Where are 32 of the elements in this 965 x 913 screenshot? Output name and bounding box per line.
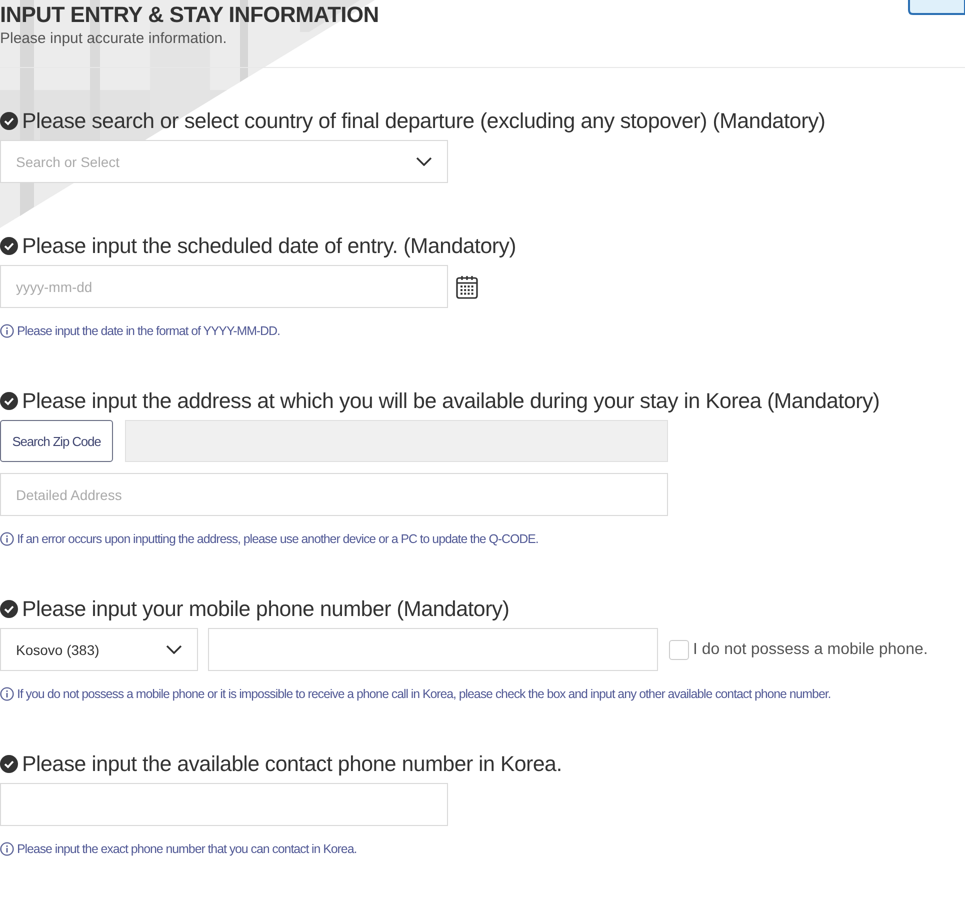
field-label: Please search or select country of final departure (excluding any stopover) (Mandatory) [22,108,826,135]
check-circle-icon [0,392,18,410]
check-circle-icon [0,237,18,255]
hint-text: If an error occurs upon inputting the address, please use another device or a PC to update the Q-CODE. [17,532,538,546]
field-label: Please input your mobile phone number (Mandatory) [22,596,510,623]
check-circle-icon [0,112,18,130]
field-label: Please input the available contact phone number in Korea. [22,751,562,778]
field-label: Please input the address at which you will be available during your stay in Korea (Mandatory) [22,388,880,415]
field-label: Please input the scheduled date of entry. (Mandatory) [22,233,516,260]
phone-number-field[interactable] [208,628,658,671]
info-icon [0,324,14,338]
check-circle-icon [0,755,18,773]
info-icon [0,842,14,856]
country-code-select[interactable]: Kosovo (383) [0,628,198,671]
detailed-address-field[interactable]: Detailed Address [0,473,668,516]
date-field[interactable]: yyyy-mm-dd [0,265,448,308]
checkbox-label: I do not possess a mobile phone. [693,640,928,658]
contact-phone-field[interactable] [0,783,448,826]
chevron-down-icon [166,645,182,654]
info-icon [0,687,14,701]
chevron-down-icon [416,157,432,166]
search-zip-code-button[interactable]: Search Zip Code [0,420,113,462]
page-subtitle: Please input accurate information. [0,29,228,49]
page-title: INPUT ENTRY & STAY INFORMATION [0,1,379,29]
hint-text: Please input the exact phone number that you can contact in Korea. [17,842,357,856]
checkbox[interactable] [669,640,689,660]
calendar-icon[interactable] [456,274,478,298]
info-icon [0,532,14,546]
hint-text: If you do not possess a mobile phone or it is impossible to receive a phone call in Korea, please check the box and input any other available contact phone number. [17,687,831,701]
check-circle-icon [0,600,18,618]
hint-text: Please input the date in the format of YYYY-MM-DD. [17,324,280,338]
card-icon [907,0,965,16]
